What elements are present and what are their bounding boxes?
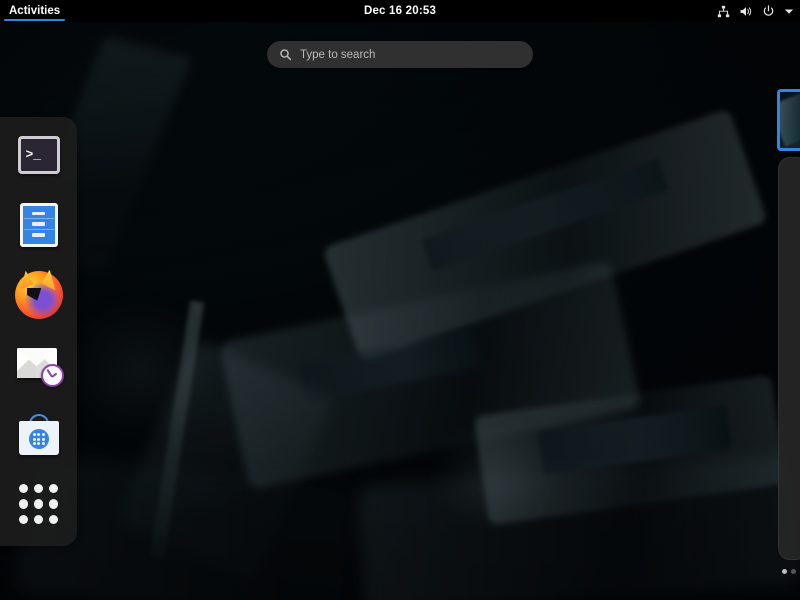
page-indicator[interactable] xyxy=(782,566,800,576)
dash-item-software[interactable] xyxy=(11,406,67,462)
firefox-icon xyxy=(14,269,63,319)
terminal-icon: >_ xyxy=(17,135,60,174)
search-icon xyxy=(280,49,292,61)
show-applications-button[interactable] xyxy=(11,476,67,532)
page-dot[interactable] xyxy=(782,568,787,574)
app-grid-icon xyxy=(18,484,59,525)
top-bar: Activities Dec 16 20:53 xyxy=(0,0,800,22)
volume-icon[interactable] xyxy=(739,5,753,18)
cabinet-drawer xyxy=(23,209,54,220)
activities-active-indicator xyxy=(4,19,66,21)
system-status-area[interactable] xyxy=(717,0,794,22)
clock-button[interactable]: Dec 16 20:53 xyxy=(0,0,800,22)
terminal-prompt: >_ xyxy=(25,147,42,163)
workspace-thumbnail-preview xyxy=(780,92,800,148)
shopping-bag-icon xyxy=(17,412,61,456)
search-input[interactable]: Type to search xyxy=(267,41,533,68)
workspace-thumbnail-active[interactable] xyxy=(777,89,800,151)
dash: >_ xyxy=(0,117,77,546)
app-grid-panel[interactable] xyxy=(778,157,800,560)
files-cabinet-icon xyxy=(19,202,58,247)
network-wired-icon[interactable] xyxy=(717,5,730,18)
power-icon[interactable] xyxy=(762,4,775,18)
clock-label: Dec 16 20:53 xyxy=(363,5,437,17)
activities-label: Activities xyxy=(9,5,61,17)
mail-clock-icon xyxy=(15,342,64,388)
overview-backdrop[interactable] xyxy=(0,22,800,600)
page-dot[interactable] xyxy=(791,568,796,574)
desktop: Type to search >_ xyxy=(0,0,800,600)
dash-item-terminal[interactable]: >_ xyxy=(11,127,67,183)
dash-item-firefox[interactable] xyxy=(11,267,67,323)
cabinet-drawer xyxy=(23,220,54,230)
clock-badge-icon xyxy=(40,364,64,388)
cabinet-drawer xyxy=(24,230,54,240)
dash-item-evolution[interactable] xyxy=(11,336,67,392)
dash-item-files[interactable] xyxy=(11,197,67,253)
search-placeholder: Type to search xyxy=(300,48,376,61)
chevron-down-icon[interactable] xyxy=(784,8,794,15)
activities-button[interactable]: Activities xyxy=(0,0,70,22)
